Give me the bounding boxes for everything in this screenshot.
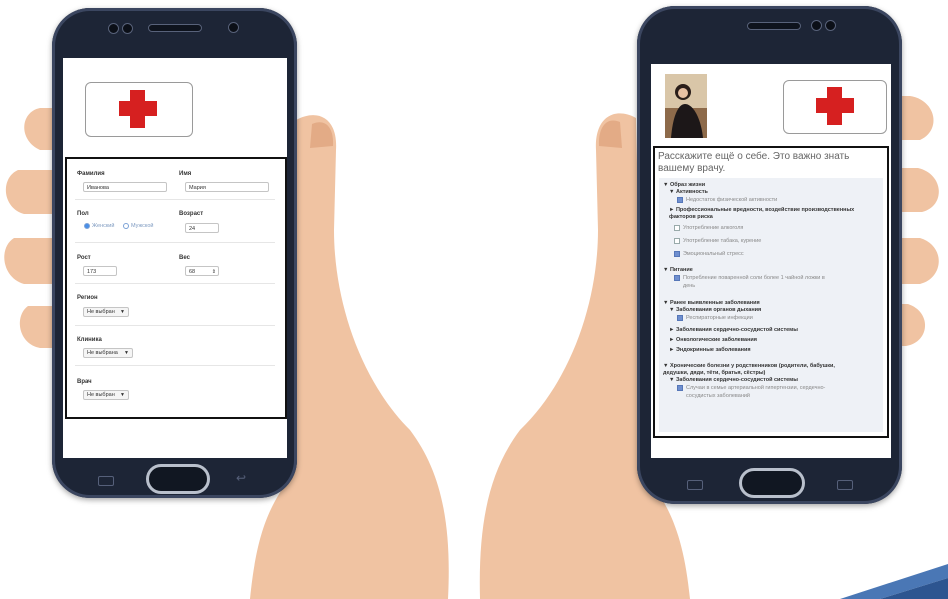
tree-node-lifestyle[interactable]: ▼ Образ жизни [663, 182, 705, 188]
doctor-label: Врач [77, 379, 92, 385]
tree-item-hypertension-cont: сосудистых заболеваний [686, 393, 751, 399]
tree-node-relatives[interactable]: ▼ Хронические болезни у родственников (р… [663, 363, 835, 369]
tree-node-diseases[interactable]: ▼ Ранее выявленные заболевания [663, 300, 760, 306]
checkbox-stress[interactable] [674, 251, 680, 257]
tree-item-salt: Потребление поваренной соли более 1 чайн… [683, 275, 825, 281]
checkbox-hypertension[interactable] [677, 385, 683, 391]
weight-label: Вес [179, 255, 190, 261]
weight-stepper[interactable]: 68 ⇕ [185, 266, 219, 276]
checkbox-alcohol[interactable] [674, 225, 680, 231]
tree-item-hypertension: Случаи в семье артериальной гипертензии,… [686, 385, 826, 391]
gender-label: Пол [77, 211, 89, 217]
height-label: Рост [77, 255, 91, 261]
recent-apps-icon[interactable] [98, 476, 114, 486]
tree-item-tobacco: Употребление табака, курение [683, 238, 762, 244]
tree-item-stress: Эмоциональный стресс [683, 251, 744, 257]
tree-node-nutrition[interactable]: ▼ Питание [663, 267, 693, 273]
surname-label: Фамилия [77, 171, 105, 177]
tree-node-respiratory[interactable]: ▼ Заболевания органов дыхания [669, 307, 761, 313]
right-screen: Расскажите ещё о себе. Это важно знать в… [651, 64, 891, 458]
home-button[interactable] [739, 468, 805, 498]
age-input[interactable]: 24 [185, 223, 219, 233]
back-icon[interactable] [837, 480, 853, 490]
tree-node-relatives-cont: дедушки, дяди, тёти, братья, сёстры) [663, 370, 766, 376]
tree-node-occupational-cont: факторов риска [669, 214, 713, 220]
surname-input[interactable]: Иванова [83, 182, 167, 192]
home-button[interactable] [146, 464, 210, 494]
height-input[interactable]: 173 [83, 266, 117, 276]
tree-node-occupational[interactable]: ► Профессиональные вредности, воздействи… [669, 207, 854, 213]
tree-item-activity: Недостаток физической активности [686, 197, 778, 203]
gender-female-radio[interactable] [84, 223, 90, 229]
tree-node-cardio[interactable]: ► Заболевания сердечно-сосудистой систем… [669, 327, 798, 333]
clinic-select[interactable]: Не выбрана ▼ [83, 348, 133, 358]
earpiece-speaker [148, 24, 202, 32]
age-label: Возраст [179, 211, 204, 217]
tree-node-endocrine[interactable]: ► Эндокринные заболевания [669, 347, 751, 353]
chevron-down-icon: ▼ [124, 350, 129, 356]
patient-form: Фамилия Иванова Имя Мария Пол Женский Му… [65, 157, 287, 419]
gender-female-text: Женский [92, 223, 115, 229]
weight-value: 68 [189, 269, 196, 275]
front-camera-icon [811, 20, 822, 31]
chevron-down-icon: ▼ [120, 309, 125, 315]
front-camera-icon [108, 23, 119, 34]
tree-item-alcohol: Употребление алкоголя [683, 225, 744, 231]
chevron-down-icon: ▼ [120, 392, 125, 398]
user-avatar [665, 74, 707, 138]
doctor-value: Не выбран [87, 392, 115, 398]
checkbox-salt[interactable] [674, 275, 680, 281]
clinic-value: Не выбрана [87, 350, 118, 356]
tree-item-salt-cont: день [683, 283, 696, 289]
tree-item-respiratory: Респираторные инфекции [686, 315, 753, 321]
health-questionnaire: Расскажите ещё о себе. Это важно знать в… [653, 146, 889, 438]
sensor-icon [825, 20, 836, 31]
name-input[interactable]: Мария [185, 182, 269, 192]
checkbox-tobacco[interactable] [674, 238, 680, 244]
back-icon[interactable]: ↩ [236, 471, 246, 485]
decorative-ramp [840, 564, 948, 599]
stepper-icon[interactable]: ⇕ [212, 267, 216, 277]
checkbox-activity[interactable] [677, 197, 683, 203]
prompt-text: Расскажите ещё о себе. Это важно знать в… [658, 151, 850, 174]
region-label: Регион [77, 295, 98, 301]
region-value: Не выбран [87, 309, 115, 315]
tree-node-relatives-cardio[interactable]: ▼ Заболевания сердечно-сосудистой систем… [669, 377, 798, 383]
name-label: Имя [179, 171, 192, 177]
logo-box [85, 82, 193, 137]
left-screen: Фамилия Иванова Имя Мария Пол Женский Му… [63, 58, 287, 458]
region-select[interactable]: Не выбран ▼ [83, 307, 129, 317]
doctor-select[interactable]: Не выбран ▼ [83, 390, 129, 400]
tree-node-oncology[interactable]: ► Онкологические заболевания [669, 337, 757, 343]
right-phone: Расскажите ещё о себе. Это важно знать в… [637, 6, 902, 504]
logo-box [783, 80, 887, 134]
camera-icon [228, 22, 239, 33]
earpiece-speaker [747, 22, 801, 30]
recent-apps-icon[interactable] [687, 480, 703, 490]
sensor-icon [122, 23, 133, 34]
tree-node-activity[interactable]: ▼ Активность [669, 189, 708, 195]
gender-male-text: Мужской [131, 223, 154, 229]
gender-male-radio[interactable] [123, 223, 129, 229]
checkbox-respiratory[interactable] [677, 315, 683, 321]
left-phone: Фамилия Иванова Имя Мария Пол Женский Му… [52, 8, 297, 498]
clinic-label: Клиника [77, 337, 102, 343]
